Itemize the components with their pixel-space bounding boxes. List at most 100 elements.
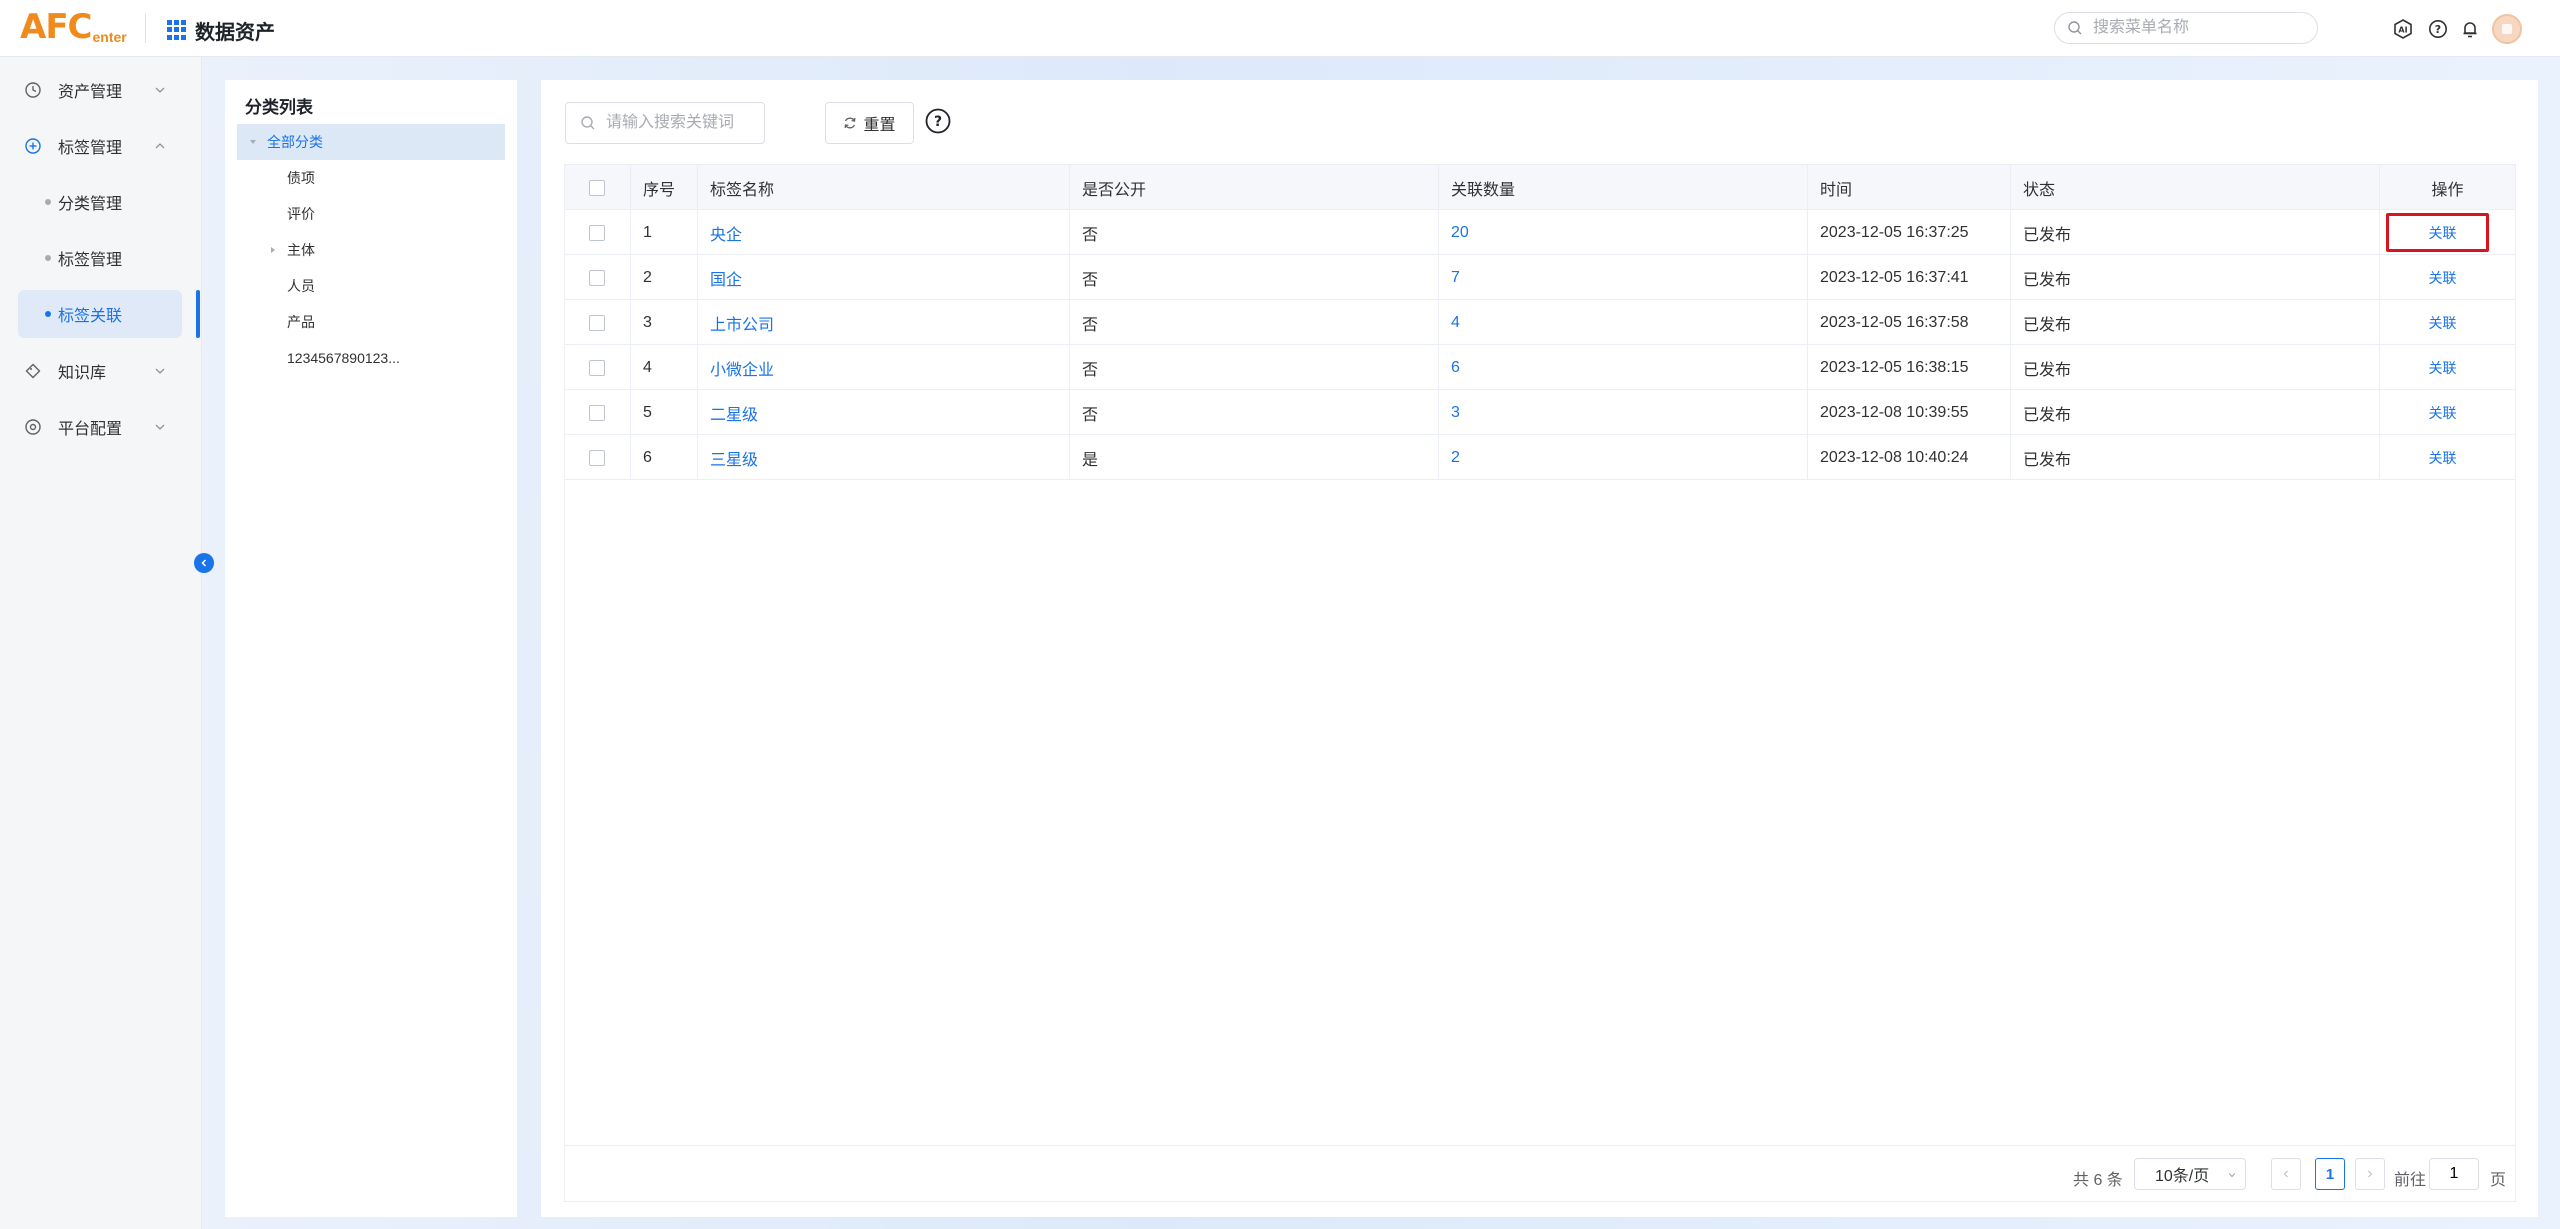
tag-table-panel: 重置 ? 序号 标签名称 是否公开 关联数量 时间 状态 操作 1央企否2020… xyxy=(541,80,2538,1217)
tree-node-entity[interactable]: 主体 xyxy=(237,232,505,268)
sidebar-item-platform-config[interactable]: 平台配置 xyxy=(0,407,200,447)
tree-node-label: 1234567890123... xyxy=(287,350,400,366)
sidebar-subitem-category-management[interactable]: 分类管理 xyxy=(18,178,182,226)
cell-tag-name[interactable]: 小微企业 xyxy=(698,345,1070,390)
caret-right-icon[interactable] xyxy=(269,246,277,254)
sidebar: 资产管理 标签管理 分类管理 标签管理 标签关联 知识库 平台配置 xyxy=(0,57,202,1229)
cell-index: 2 xyxy=(631,255,698,300)
cell-public: 否 xyxy=(1070,390,1439,435)
menu-search-box[interactable] xyxy=(2054,12,2318,44)
table-row[interactable]: 6 三星级是 2 2023-12-08 10:40:24 已发布 关联 xyxy=(565,435,2515,480)
ai-assistant-icon[interactable]: AI xyxy=(2393,19,2413,39)
row-checkbox[interactable] xyxy=(589,314,605,331)
row-checkbox-cell xyxy=(565,435,631,480)
logo-sub-text: enter xyxy=(92,29,127,45)
column-header-tag-name: 标签名称 xyxy=(698,165,1070,210)
highlight-box xyxy=(2386,213,2489,252)
header-divider xyxy=(145,14,146,43)
cell-time: 2023-12-05 16:37:58 xyxy=(1808,300,2011,345)
row-checkbox-cell xyxy=(565,390,631,435)
keyword-search-box[interactable] xyxy=(565,102,765,144)
tree-node-personnel[interactable]: 人员 xyxy=(237,268,505,304)
cell-status: 已发布 xyxy=(2011,255,2380,300)
tree-node-all[interactable]: 全部分类 xyxy=(237,124,505,160)
cell-time: 2023-12-05 16:37:41 xyxy=(1808,255,2011,300)
reset-button[interactable]: 重置 xyxy=(825,102,914,144)
cell-tag-name[interactable]: 二星级 xyxy=(698,390,1070,435)
page-number-current[interactable]: 1 xyxy=(2315,1158,2345,1190)
goto-page-input[interactable] xyxy=(2429,1158,2479,1190)
cell-time: 2023-12-05 16:38:15 xyxy=(1808,345,2011,390)
cell-count[interactable]: 7 xyxy=(1439,255,1808,300)
cell-count[interactable]: 3 xyxy=(1439,390,1808,435)
pagination-total: 共 6 条 xyxy=(2073,1172,2123,1189)
table-row[interactable]: 3 上市公司否 4 2023-12-05 16:37:58 已发布 关联 xyxy=(565,300,2515,345)
tree-node-numeric[interactable]: 1234567890123... xyxy=(237,340,505,376)
refresh-icon xyxy=(845,117,856,129)
chevron-down-icon xyxy=(155,368,165,374)
cell-tag-name[interactable]: 国企 xyxy=(698,255,1070,300)
tree-node-rating[interactable]: 评价 xyxy=(237,196,505,232)
sidebar-item-label: 平台配置 xyxy=(58,421,123,438)
plus-circle-icon xyxy=(25,138,41,154)
cell-tag-name[interactable]: 三星级 xyxy=(698,435,1070,480)
pagination: 共 6 条 10条/页 1 前往 页 xyxy=(565,1145,2515,1201)
associate-link[interactable]: 关联 xyxy=(2429,268,2457,288)
chevron-left-icon xyxy=(201,559,207,567)
table-row[interactable]: 2 国企否 7 2023-12-05 16:37:41 已发布 关联 xyxy=(565,255,2515,300)
associate-link[interactable]: 关联 xyxy=(2429,358,2457,378)
question-circle-icon[interactable]: ? xyxy=(925,108,951,134)
menu-search-input[interactable] xyxy=(2091,18,2291,38)
table-row[interactable]: 1 央企否 20 2023-12-05 16:37:25 已发布 关联 xyxy=(565,210,2515,255)
column-header-index: 序号 xyxy=(631,165,698,210)
associate-link[interactable]: 关联 xyxy=(2429,403,2457,423)
sidebar-item-knowledge-base[interactable]: 知识库 xyxy=(0,351,200,391)
search-icon xyxy=(581,116,595,130)
page-size-select[interactable]: 10条/页 xyxy=(2134,1158,2246,1190)
sidebar-subitem-tag-association[interactable]: 标签关联 xyxy=(18,290,182,338)
cell-count[interactable]: 2 xyxy=(1439,435,1808,480)
cell-tag-name[interactable]: 央企 xyxy=(698,210,1070,255)
prev-page-button[interactable] xyxy=(2271,1158,2301,1190)
row-checkbox[interactable] xyxy=(589,449,605,466)
row-checkbox[interactable] xyxy=(589,224,605,241)
tree-node-bond[interactable]: 债项 xyxy=(237,160,505,196)
user-avatar[interactable] xyxy=(2492,14,2522,44)
cell-count[interactable]: 6 xyxy=(1439,345,1808,390)
sidebar-subitem-tag-management[interactable]: 标签管理 xyxy=(18,234,182,282)
sidebar-item-asset-management[interactable]: 资产管理 xyxy=(0,70,200,110)
apps-grid-icon[interactable] xyxy=(167,20,187,40)
afc-logo[interactable]: AFC enter xyxy=(20,8,127,46)
active-indicator xyxy=(196,290,200,338)
cell-actions: 关联 xyxy=(2380,435,2515,480)
clock-icon xyxy=(25,82,41,98)
associate-link[interactable]: 关联 xyxy=(2429,313,2457,333)
svg-text:?: ? xyxy=(934,114,942,130)
keyword-search-input[interactable] xyxy=(604,113,754,133)
table-row[interactable]: 4 小微企业否 6 2023-12-05 16:38:15 已发布 关联 xyxy=(565,345,2515,390)
bell-icon[interactable] xyxy=(2460,19,2480,39)
cell-count[interactable]: 4 xyxy=(1439,300,1808,345)
sidebar-item-tag-management[interactable]: 标签管理 xyxy=(0,126,200,166)
sidebar-collapse-button[interactable] xyxy=(194,553,214,573)
cell-index: 4 xyxy=(631,345,698,390)
chevron-down-icon xyxy=(155,87,165,93)
tree-node-product[interactable]: 产品 xyxy=(237,304,505,340)
table-row[interactable]: 5 二星级否 3 2023-12-08 10:39:55 已发布 关联 xyxy=(565,390,2515,435)
chevron-down-icon xyxy=(2228,1173,2236,1178)
caret-down-icon[interactable] xyxy=(249,138,257,146)
chevron-left-icon xyxy=(2283,1170,2288,1178)
row-checkbox[interactable] xyxy=(589,359,605,376)
row-checkbox[interactable] xyxy=(589,269,605,286)
help-icon[interactable]: ? xyxy=(2428,19,2448,39)
tree-node-label: 产品 xyxy=(287,314,315,330)
row-checkbox[interactable] xyxy=(589,404,605,421)
cell-tag-name[interactable]: 上市公司 xyxy=(698,300,1070,345)
associate-link[interactable]: 关联 xyxy=(2429,448,2457,468)
next-page-button[interactable] xyxy=(2355,1158,2385,1190)
cell-status: 已发布 xyxy=(2011,390,2380,435)
header-checkbox-cell xyxy=(565,165,631,210)
cell-count[interactable]: 20 xyxy=(1439,210,1808,255)
select-all-checkbox[interactable] xyxy=(589,179,605,196)
column-header-status: 状态 xyxy=(2011,165,2380,210)
